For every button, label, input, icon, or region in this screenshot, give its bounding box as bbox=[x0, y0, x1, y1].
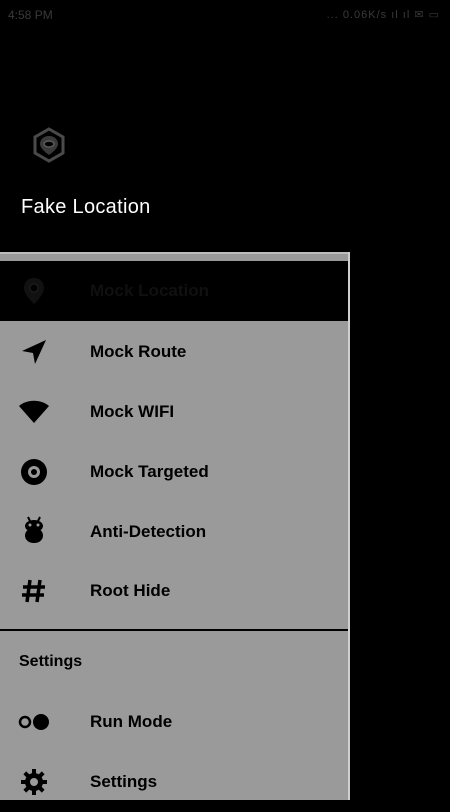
status-icons: ... 0.06K/s ıl ıl ✉ ▭ bbox=[326, 9, 440, 21]
gear-icon bbox=[18, 768, 50, 796]
status-bar: 4:58 PM ... 0.06K/s ıl ıl ✉ ▭ bbox=[0, 0, 450, 30]
hash-icon bbox=[18, 577, 50, 605]
menu-item-label: Anti-Detection bbox=[90, 522, 207, 541]
menu-item-run-mode[interactable]: Run Mode bbox=[0, 692, 348, 752]
android-icon bbox=[18, 516, 50, 546]
menu-item-label: Mock Location bbox=[90, 281, 210, 300]
run-mode-icon bbox=[18, 708, 50, 736]
menu-item-mock-wifi[interactable]: Mock WIFI bbox=[0, 382, 348, 442]
menu-divider bbox=[0, 629, 350, 631]
hexagon-location-icon bbox=[33, 127, 65, 163]
menu-item-label: Root Hide bbox=[90, 581, 171, 600]
target-icon bbox=[18, 458, 50, 486]
menu-item-label: Mock WIFI bbox=[90, 402, 175, 421]
menu-item-label: Mock Route bbox=[90, 342, 187, 361]
app-title: Fake Location bbox=[21, 196, 151, 218]
navigation-menu: Mock Location Mock Route Mock WIFI Mock … bbox=[0, 252, 350, 800]
drawer-header: Fake Location bbox=[0, 30, 350, 252]
section-header-settings: Settings bbox=[19, 653, 83, 670]
menu-item-label: Run Mode bbox=[90, 712, 173, 731]
status-time: 4:58 PM bbox=[8, 8, 53, 22]
location-pin-icon bbox=[18, 277, 50, 305]
menu-item-root-hide[interactable]: Root Hide bbox=[0, 561, 348, 621]
menu-item-label: Mock Targeted bbox=[90, 462, 209, 481]
menu-item-mock-route[interactable]: Mock Route bbox=[0, 322, 348, 382]
menu-item-anti-detection[interactable]: Anti-Detection bbox=[0, 502, 348, 562]
drawer-edge bbox=[348, 252, 350, 800]
menu-item-settings[interactable]: Settings bbox=[0, 752, 348, 812]
navigation-arrow-icon bbox=[18, 338, 50, 366]
wifi-icon bbox=[18, 398, 50, 426]
menu-item-mock-location[interactable]: Mock Location bbox=[0, 261, 348, 321]
menu-item-label: Settings bbox=[90, 772, 158, 791]
menu-item-mock-targeted[interactable]: Mock Targeted bbox=[0, 442, 348, 502]
